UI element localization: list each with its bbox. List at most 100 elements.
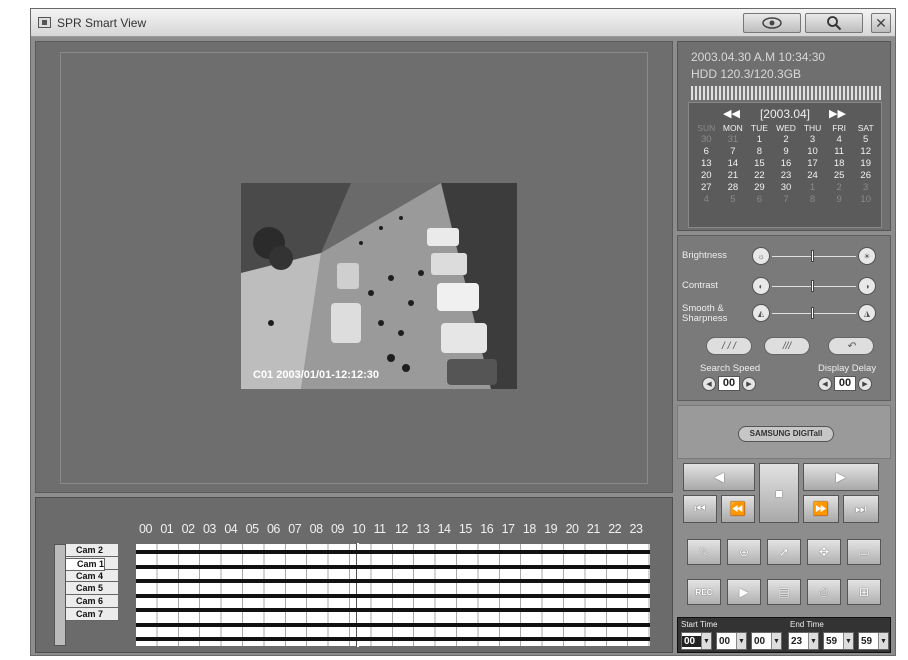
timeline-grid[interactable]: [136, 543, 650, 647]
contrast-down-icon[interactable]: ◐: [752, 277, 770, 295]
calendar-day[interactable]: 26: [852, 170, 879, 181]
step-back-button[interactable]: ⏪: [721, 495, 755, 523]
calendar-day[interactable]: 31: [720, 134, 747, 145]
record-button[interactable]: REC: [687, 579, 721, 605]
contrast-track: [772, 286, 856, 287]
calendar-day[interactable]: 12: [852, 146, 879, 157]
magnifier-icon: [827, 16, 842, 31]
close-button[interactable]: ✕: [871, 13, 891, 33]
search-speed-stepper[interactable]: ◀ 00 ▶: [702, 376, 756, 391]
calendar-day[interactable]: 19: [852, 158, 879, 169]
camera-feed[interactable]: C01 2003/01/01-12:12:30: [241, 183, 517, 389]
calendar-day[interactable]: 10: [799, 146, 826, 157]
next-month-button[interactable]: ▶▶: [829, 107, 846, 120]
calendar-day[interactable]: 16: [773, 158, 800, 169]
start-minute-select[interactable]: 00 ▼: [716, 632, 747, 650]
hour-label: 11: [373, 522, 386, 536]
calendar-day[interactable]: 6: [746, 194, 773, 205]
pointer-tool-button[interactable]: ➚: [767, 539, 801, 565]
calendar-day[interactable]: 4: [693, 194, 720, 205]
contrast-up-icon[interactable]: ◑: [858, 277, 876, 295]
start-second-select[interactable]: 00 ▼: [751, 632, 782, 650]
calendar-day[interactable]: 9: [773, 146, 800, 157]
hdd-capacity: HDD 120.3/120.3GB: [691, 67, 802, 81]
hour-label: 12: [394, 522, 408, 536]
calendar-day[interactable]: 2: [826, 182, 853, 193]
search-speed-decrease-icon[interactable]: ◀: [702, 376, 716, 391]
calendar-day[interactable]: 20: [693, 170, 720, 181]
sharpness-icon[interactable]: ◮: [858, 304, 876, 322]
prev-frame-end-button[interactable]: ⏮: [683, 495, 717, 523]
calendar-day[interactable]: 5: [720, 194, 747, 205]
display-delay-stepper[interactable]: ◀ 00 ▶: [818, 376, 872, 391]
calendar-day[interactable]: 10: [852, 194, 879, 205]
calendar-day[interactable]: 5: [852, 134, 879, 145]
calendar-day[interactable]: 27: [693, 182, 720, 193]
calendar-day[interactable]: 7: [773, 194, 800, 205]
reverse-play-button[interactable]: ◀: [683, 463, 755, 491]
calendar-day[interactable]: 3: [852, 182, 879, 193]
end-hour-select[interactable]: 23 ▼: [788, 632, 819, 650]
camera-recording-bar: [136, 608, 650, 612]
save-button[interactable]: ▤: [767, 579, 801, 605]
calendar-day[interactable]: 13: [693, 158, 720, 169]
display-delay-decrease-icon[interactable]: ◀: [818, 376, 832, 391]
preset-button-1[interactable]: / / /: [706, 337, 752, 355]
calendar-day[interactable]: 8: [799, 194, 826, 205]
play-button[interactable]: ▶: [803, 463, 879, 491]
zoom-tool-button[interactable]: ⊕: [727, 539, 761, 565]
chevron-down-icon: ▼: [843, 633, 853, 649]
calendar-day[interactable]: 8: [746, 146, 773, 157]
start-hour-select[interactable]: 00 ▼: [681, 632, 712, 650]
calendar-day[interactable]: 25: [826, 170, 853, 181]
screen-layout-button[interactable]: ▭: [847, 539, 881, 565]
search-mode-button[interactable]: [805, 13, 863, 33]
calendar-day[interactable]: 7: [720, 146, 747, 157]
calendar-day[interactable]: 28: [720, 182, 747, 193]
edit-tool-button[interactable]: ✎: [687, 539, 721, 565]
smooth-icon[interactable]: ◭: [752, 304, 770, 322]
skip-forward-button[interactable]: ⏭: [843, 495, 879, 523]
step-forward-button[interactable]: ⏩: [803, 495, 839, 523]
calendar-day[interactable]: 21: [720, 170, 747, 181]
calendar-day[interactable]: 14: [720, 158, 747, 169]
print-button[interactable]: ⎙: [807, 579, 841, 605]
end-minute-select[interactable]: 59 ▼: [823, 632, 854, 650]
contrast-slider[interactable]: [811, 280, 814, 292]
calendar-day[interactable]: 18: [826, 158, 853, 169]
ptz-tool-button[interactable]: ✥: [807, 539, 841, 565]
calendar-day[interactable]: 15: [746, 158, 773, 169]
sharpness-slider[interactable]: [811, 307, 814, 319]
calendar-day[interactable]: 30: [773, 182, 800, 193]
live-view-button[interactable]: [743, 13, 801, 33]
calendar-day[interactable]: 17: [799, 158, 826, 169]
calendar-day[interactable]: 29: [746, 182, 773, 193]
calendar-day[interactable]: 23: [773, 170, 800, 181]
stop-button[interactable]: ■: [759, 463, 799, 523]
calendar-day[interactable]: 3: [799, 134, 826, 145]
preset-button-2[interactable]: ///: [764, 337, 810, 355]
end-time-label: End Time: [790, 620, 824, 629]
camera-list-scrollbar[interactable]: [54, 544, 66, 646]
calendar-day[interactable]: 1: [799, 182, 826, 193]
calendar-day[interactable]: 4: [826, 134, 853, 145]
calendar-day[interactable]: 1: [746, 134, 773, 145]
settings-button[interactable]: ⊞: [847, 579, 881, 605]
display-delay-increase-icon[interactable]: ▶: [858, 376, 872, 391]
calendar-day[interactable]: 11: [826, 146, 853, 157]
calendar-day[interactable]: 6: [693, 146, 720, 157]
calendar-day[interactable]: 30: [693, 134, 720, 145]
chevron-down-icon: ▼: [701, 633, 711, 649]
search-speed-increase-icon[interactable]: ▶: [742, 376, 756, 391]
brightness-slider[interactable]: [811, 250, 814, 262]
calendar-day[interactable]: 24: [799, 170, 826, 181]
reset-button[interactable]: ↶: [828, 337, 874, 355]
playback-view-button[interactable]: ▶: [727, 579, 761, 605]
calendar-day[interactable]: 22: [746, 170, 773, 181]
video-display[interactable]: C01 2003/01/01-12:12:30: [35, 41, 673, 493]
end-second-select[interactable]: 59 ▼: [858, 632, 889, 650]
calendar-day[interactable]: 2: [773, 134, 800, 145]
calendar-day[interactable]: 9: [826, 194, 853, 205]
brightness-down-icon[interactable]: ☼: [752, 247, 770, 265]
brightness-up-icon[interactable]: ☀: [858, 247, 876, 265]
